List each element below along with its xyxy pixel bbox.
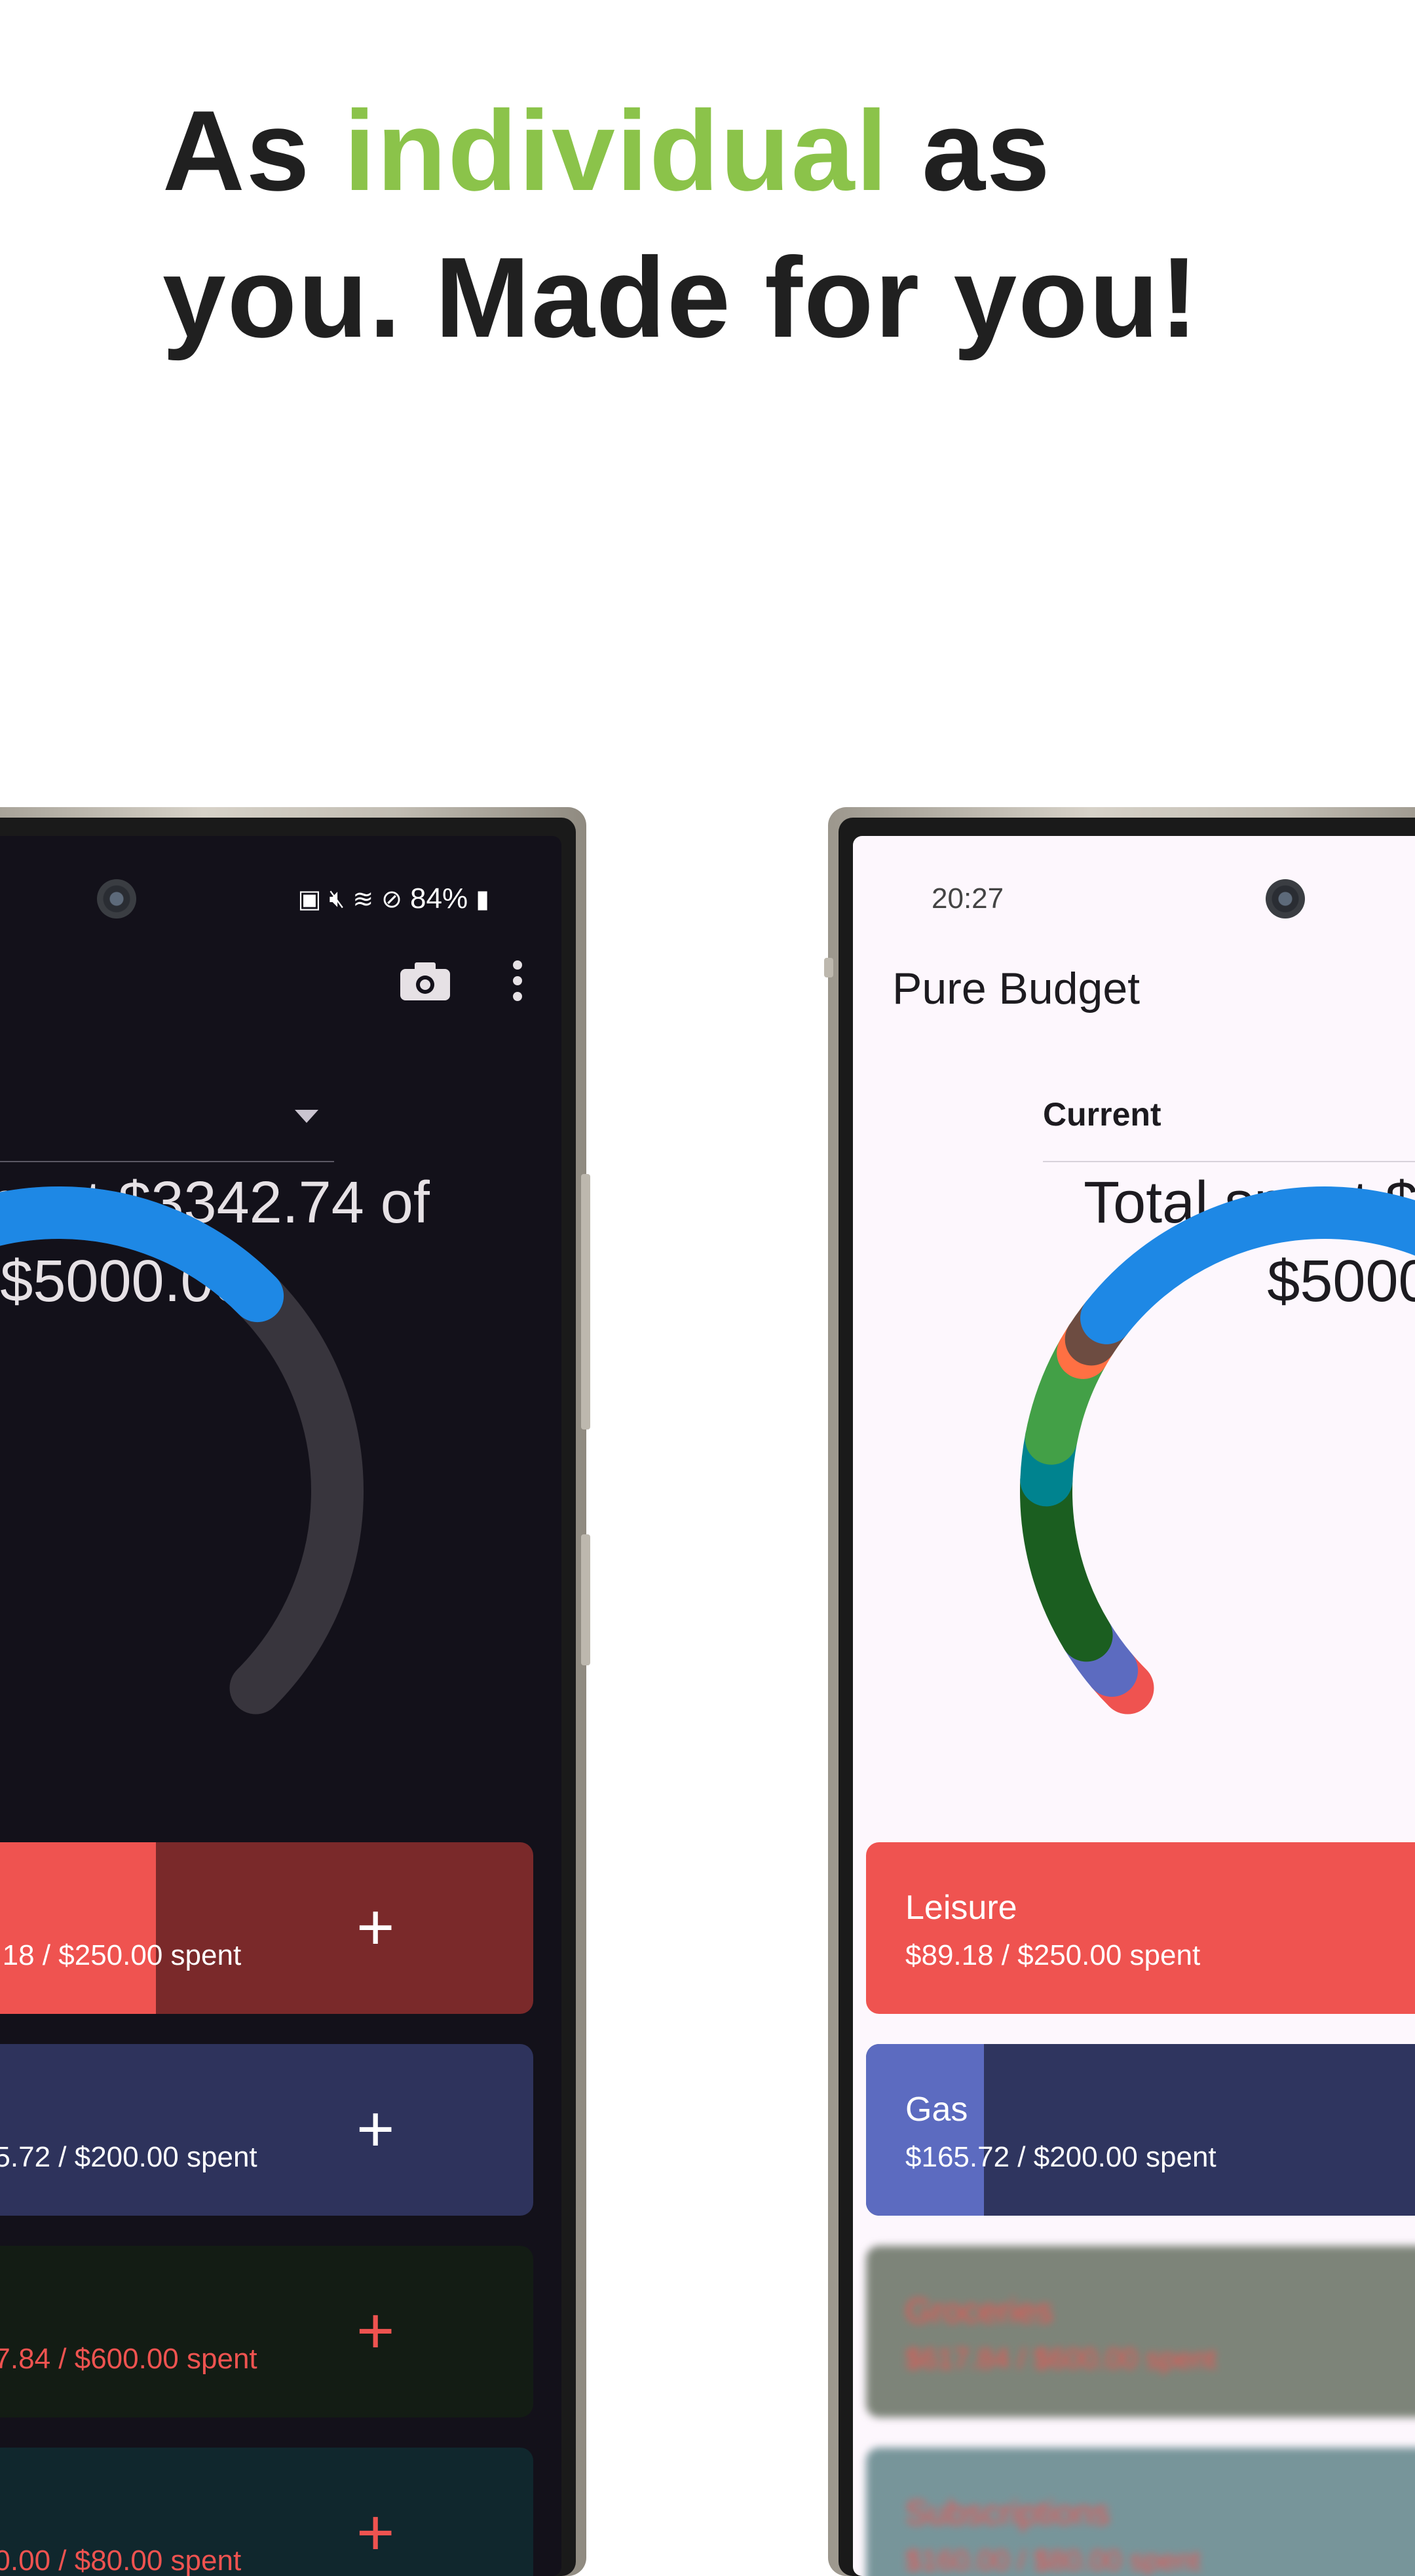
category-spent-text: $617.84 / $600.00 spent <box>0 2343 257 2375</box>
category-card[interactable]: Leisure $89.18 / $250.00 spent <box>866 1842 1415 2014</box>
gauge-spent-arc <box>0 1186 284 1323</box>
category-name: Subscriptions <box>905 2494 1110 2532</box>
category-card[interactable]: $89.18 / $250.00 spent + <box>0 1842 533 2014</box>
category-name: Leisure <box>905 1889 1017 1927</box>
category-progress-fill <box>0 1842 156 2014</box>
category-name: Groceries <box>905 2292 1053 2330</box>
gauge-segment-other-4 <box>1080 1186 1415 1344</box>
phone-screen: ▣ 🔇︎ ≋ ⊘ 84% ▮ Total spent $3342.74 of $… <box>0 836 561 2576</box>
category-spent-text: $165.72 / $200.00 spent <box>905 2141 1217 2173</box>
budget-gauge <box>1020 1186 1415 1714</box>
category-spent-text: $617.84 / $600.00 spent <box>905 2343 1217 2375</box>
category-card[interactable]: $160.00 / $80.00 spent + <box>0 2448 533 2576</box>
phone-light: 20:27 Pure Budget Current Total spent $3… <box>824 807 1415 2576</box>
headline: As individual as you. Made for you! <box>162 77 1276 371</box>
side-button <box>581 1174 590 1430</box>
category-card[interactable]: $617.84 / $600.00 spent + <box>0 2246 533 2417</box>
gauge-track <box>0 1186 364 1714</box>
side-button <box>824 958 833 977</box>
category-card[interactable]: Gas $165.72 / $200.00 spent <box>866 2044 1415 2216</box>
add-expense-button[interactable]: + <box>356 2298 394 2364</box>
add-expense-button[interactable]: + <box>356 2096 394 2162</box>
phone-screen: 20:27 Pure Budget Current Total spent $3… <box>853 836 1415 2576</box>
headline-accent: individual <box>343 86 889 214</box>
category-spent-text: $160.00 / $80.00 spent <box>905 2545 1201 2576</box>
category-spent-text: $160.00 / $80.00 spent <box>0 2545 242 2576</box>
category-card[interactable]: Groceries $617.84 / $600.00 spent <box>866 2246 1415 2417</box>
headline-part2: as <box>888 86 1051 214</box>
category-spent-text: $89.18 / $250.00 spent <box>0 1939 242 1971</box>
category-spent-text: $165.72 / $200.00 spent <box>0 2141 257 2173</box>
add-expense-button[interactable]: + <box>356 1895 394 1960</box>
headline-part1: As <box>162 86 344 214</box>
add-expense-button[interactable]: + <box>356 2500 394 2566</box>
headline-line2: you. Made for you! <box>162 233 1199 361</box>
category-card[interactable]: Subscriptions $160.00 / $80.00 spent <box>866 2448 1415 2576</box>
category-progress-fill <box>866 2044 984 2216</box>
category-card[interactable]: $165.72 / $200.00 spent + <box>0 2044 533 2216</box>
category-spent-text: $89.18 / $250.00 spent <box>905 1939 1201 1971</box>
side-button <box>581 1534 590 1665</box>
phone-dark: ▣ 🔇︎ ≋ ⊘ 84% ▮ Total spent $3342.74 of $… <box>0 807 590 2576</box>
budget-gauge <box>0 1186 364 1714</box>
category-name: Gas <box>905 2091 968 2129</box>
